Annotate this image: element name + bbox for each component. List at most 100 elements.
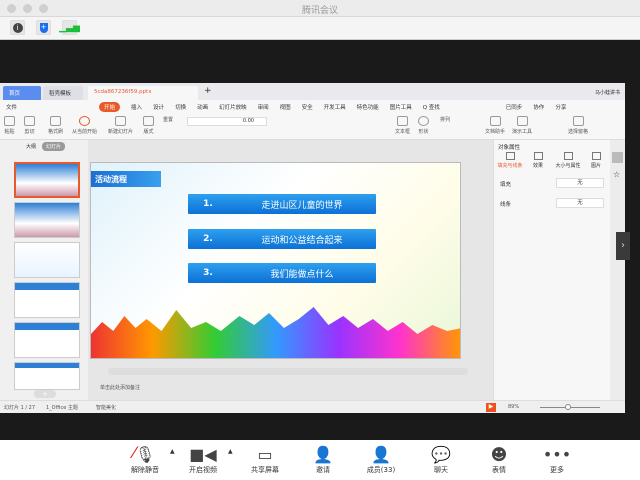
tab-docer[interactable]: 稻壳模板 — [43, 86, 83, 100]
invite-button[interactable]: 👤 邀请 — [298, 443, 348, 475]
collab-button[interactable]: 协作 — [533, 103, 544, 111]
doc-assistant-button[interactable]: 文档助手 — [485, 116, 505, 135]
members-button[interactable]: 👤 成员(33) — [356, 443, 406, 475]
emoji-button[interactable]: ☻ 表情 — [474, 443, 524, 475]
slides-tab[interactable]: 幻灯片 — [42, 142, 66, 151]
slide-item-2[interactable]: 2. 运动和公益结合起来 — [188, 229, 376, 249]
meeting-toolbar: i + ▁▃▅ — [0, 17, 640, 40]
slide-item-1[interactable]: 1. 走进山区儿童的世界 — [188, 194, 376, 214]
slide-item-3[interactable]: 3. 我们能做点什么 — [188, 263, 376, 283]
user-name[interactable]: 马小蛙讲书 — [595, 89, 620, 96]
video-off-icon: ■◀ — [189, 444, 217, 464]
object-properties-panel: 对象属性 填充与线条 效果 大小与属性 图片 填充 无 线条 无 — [493, 140, 610, 401]
shape-button[interactable]: 形状 — [418, 116, 429, 135]
selection-pane-button[interactable]: 选择窗格 — [568, 116, 588, 135]
tab-pptx[interactable]: 5cda867236f59.pptx — [88, 86, 198, 100]
mic-muted-icon: 🎙 ⁄ — [132, 442, 156, 464]
notes-hint[interactable]: 单击此处添加备注 — [100, 384, 140, 391]
slide-thumbnail[interactable] — [14, 322, 80, 358]
reset-button[interactable]: 重置 — [163, 116, 173, 123]
wps-tab-bar: 首页 稻壳模板 5cda867236f59.pptx + 马小蛙讲书 — [0, 83, 625, 100]
line-label[interactable]: 线条 — [500, 200, 511, 208]
menu-picture-tools[interactable]: 图片工具 — [390, 103, 412, 111]
paste-button[interactable]: 粘贴 — [4, 116, 15, 135]
line-select[interactable]: 无 — [556, 198, 604, 208]
chat-button[interactable]: 💬 聊天 — [416, 443, 466, 475]
properties-icon[interactable] — [612, 152, 623, 163]
play-icon[interactable]: ▶ — [486, 403, 496, 412]
menu-search[interactable]: Q 查找 — [423, 103, 440, 111]
menu-security[interactable]: 安全 — [302, 103, 313, 111]
status-bar: 幻灯片 1 / 27 1_Office 主题 智能美化 ▶ 89% — [0, 400, 625, 413]
ribbon: 粘贴 剪切 格式刷 从当前开始 新建幻灯片 版式 重置 0.00 文本框 形状 … — [0, 113, 625, 140]
play-from-current-button[interactable]: 从当前开始 — [72, 116, 97, 135]
textbox-button[interactable]: 文本框 — [395, 116, 410, 135]
arrange-button[interactable]: 排列 — [440, 116, 450, 123]
new-slide-button[interactable]: 新建幻灯片 — [108, 116, 133, 135]
menu-design[interactable]: 设计 — [153, 103, 164, 111]
fill-select[interactable]: 无 — [556, 178, 604, 188]
menu-insert[interactable]: 插入 — [131, 103, 142, 111]
menu-home[interactable]: 开始 — [99, 101, 121, 112]
tab-home[interactable]: 首页 — [3, 86, 41, 100]
tab-effects[interactable]: 效果 — [524, 152, 552, 169]
meeting-controls: 🎙 ⁄ 解除静音 ■◀ 开启视频 ▭ 共享屏幕 👤 邀请 👤 成员(33) 💬 聊天 ☻ 表情 … — [0, 440, 640, 480]
title-bar: 腾讯会议 — [0, 0, 640, 17]
window-title: 腾讯会议 — [301, 6, 338, 16]
start-video-button[interactable]: ■◀ 开启视频 — [178, 443, 228, 475]
new-tab-button[interactable]: + — [204, 86, 212, 96]
sync-button[interactable]: 已同步 — [506, 103, 523, 111]
more-button[interactable]: ••• 更多 — [532, 443, 582, 475]
layout-button[interactable]: 版式 — [143, 116, 154, 135]
signal-icon[interactable]: ▁▃▅ — [59, 20, 80, 35]
menu-animation[interactable]: 动画 — [197, 103, 208, 111]
menu-file[interactable]: 文件 — [6, 103, 17, 111]
menu-developer[interactable]: 开发工具 — [324, 103, 346, 111]
share-screen-icon: ▭ — [257, 444, 273, 464]
chevron-right-icon[interactable]: › — [616, 232, 630, 260]
more-icon: ••• — [542, 444, 572, 464]
add-slide-button[interactable]: + — [34, 390, 56, 398]
outline-tab[interactable]: 大纲 — [26, 143, 36, 150]
chat-icon: 💬 — [431, 444, 451, 464]
menu-slideshow[interactable]: 幻灯片放映 — [219, 103, 247, 111]
slide-thumbnail[interactable] — [14, 242, 80, 278]
crowd-illustration — [91, 307, 460, 358]
menu-view[interactable]: 视图 — [280, 103, 291, 111]
slide-counter: 幻灯片 1 / 27 — [4, 405, 35, 411]
theme-name: 1_Office 主题 — [46, 405, 78, 411]
horizontal-scrollbar[interactable] — [108, 368, 468, 375]
beautify-button[interactable]: 智能美化 — [96, 404, 116, 411]
video-caret-icon[interactable]: ▲ — [228, 448, 233, 455]
slide-thumbnail[interactable] — [14, 162, 80, 198]
shield-icon[interactable]: + — [36, 20, 51, 35]
emoji-icon: ☻ — [490, 444, 508, 464]
tab-picture[interactable]: 图片 — [582, 152, 610, 169]
unmute-button[interactable]: 🎙 ⁄ 解除静音 — [120, 443, 170, 475]
fill-label[interactable]: 填充 — [500, 180, 511, 188]
menu-features[interactable]: 特色功能 — [357, 103, 379, 111]
menu-review[interactable]: 审阅 — [258, 103, 269, 111]
slide-thumbnails: 大纲 幻灯片 + — [0, 140, 88, 401]
zoom-level[interactable]: 89% — [508, 404, 519, 410]
share-screen-button[interactable]: ▭ 共享屏幕 — [240, 443, 290, 475]
font-size-input[interactable]: 0.00 — [187, 117, 267, 126]
slide-editor: 活动流程 1. 走进山区儿童的世界 2. 运动和公益结合起来 3. 我们能做点什么 单… — [88, 140, 493, 401]
tab-fill-line[interactable]: 填充与线条 — [496, 152, 524, 169]
slide-thumbnail[interactable] — [14, 202, 80, 238]
cut-button[interactable]: 剪切 — [24, 116, 35, 135]
wps-menu: 文件 开始 插入 设计 切换 动画 幻灯片放映 审阅 视图 安全 开发工具 特色… — [0, 100, 625, 113]
slide-title[interactable]: 活动流程 — [91, 171, 161, 187]
share-button[interactable]: 分享 — [555, 103, 566, 111]
star-icon[interactable]: ☆ — [613, 170, 620, 179]
zoom-slider-handle[interactable] — [565, 404, 571, 410]
slide-canvas[interactable]: 活动流程 1. 走进山区儿童的世界 2. 运动和公益结合起来 3. 我们能做点什么 — [90, 162, 461, 359]
slide-thumbnail[interactable] — [14, 362, 80, 390]
info-icon[interactable]: i — [10, 20, 25, 35]
format-painter-button[interactable]: 格式刷 — [48, 116, 63, 135]
audio-caret-icon[interactable]: ▲ — [170, 448, 175, 455]
tab-size[interactable]: 大小与属性 — [554, 152, 582, 169]
menu-transition[interactable]: 切换 — [175, 103, 186, 111]
presentation-tools-button[interactable]: 演示工具 — [512, 116, 532, 135]
slide-thumbnail[interactable] — [14, 282, 80, 318]
